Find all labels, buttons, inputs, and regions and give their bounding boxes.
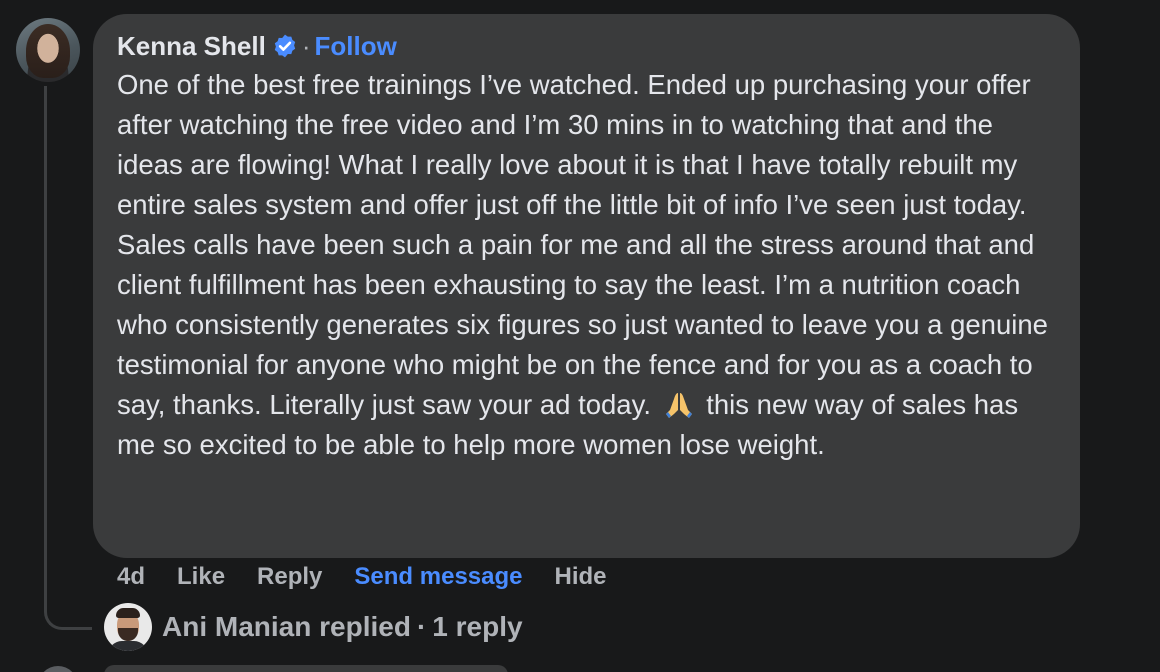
thread-connector-line — [44, 86, 92, 630]
follow-button[interactable]: Follow — [315, 30, 397, 62]
header-separator: · — [301, 31, 311, 61]
replied-verb: replied — [319, 611, 411, 642]
comment-text-part1: One of the best free trainings I’ve watc… — [117, 69, 1048, 420]
reply-summary-text: Ani Manian replied · 1 reply — [162, 611, 523, 643]
commenter-avatar[interactable] — [16, 18, 80, 82]
next-comment-bubble — [104, 665, 508, 672]
send-message-button[interactable]: Send message — [354, 563, 522, 591]
replier-avatar — [104, 603, 152, 651]
verified-badge-icon — [274, 34, 296, 58]
comment-bubble: Kenna Shell · Follow One of the best fre… — [93, 14, 1080, 558]
hide-button[interactable]: Hide — [555, 563, 607, 591]
reply-count: 1 reply — [432, 611, 523, 642]
comment-thread: Kenna Shell · Follow One of the best fre… — [0, 0, 1160, 672]
avatar-beard-shape — [118, 628, 138, 641]
like-button[interactable]: Like — [177, 563, 225, 591]
comment-timestamp[interactable]: 4d — [117, 563, 145, 591]
view-replies-link[interactable]: Ani Manian replied · 1 reply — [104, 603, 523, 651]
folded-hands-icon — [665, 393, 692, 418]
reply-button[interactable]: Reply — [257, 563, 322, 591]
comment-body: One of the best free trainings I’ve watc… — [117, 65, 1056, 465]
reply-separator: · — [416, 611, 427, 642]
replier-name: Ani Manian — [162, 611, 312, 642]
next-comment-avatar[interactable] — [38, 666, 78, 672]
avatar-hair-shape — [26, 24, 70, 78]
comment-header: Kenna Shell · Follow — [117, 30, 1056, 62]
comment-actions: 4d Like Reply Send message Hide — [117, 560, 639, 594]
comment-author-name[interactable]: Kenna Shell — [117, 30, 266, 62]
avatar-hair-shape — [116, 608, 140, 618]
avatar-shirt-shape — [108, 641, 148, 651]
